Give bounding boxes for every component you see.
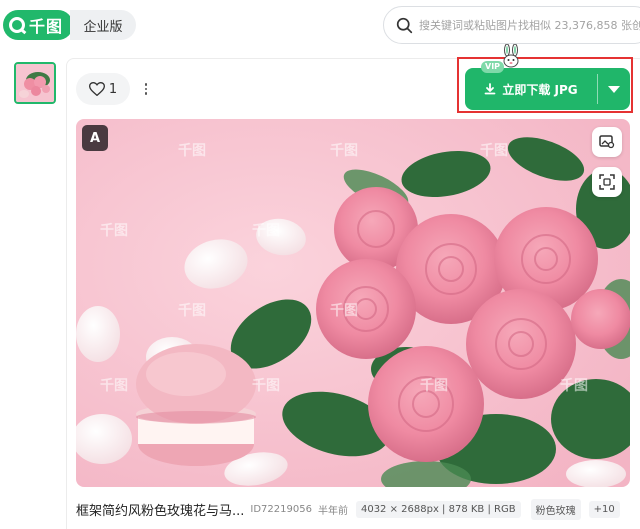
ai-generated-badge: A bbox=[82, 125, 108, 151]
chevron-down-icon bbox=[608, 85, 620, 93]
watermark-text: 千图 bbox=[178, 303, 206, 319]
watermark-text: 千图 bbox=[420, 378, 448, 394]
watermark-text: 千图 bbox=[178, 143, 206, 159]
site-logo[interactable]: 千图 bbox=[3, 10, 73, 40]
image-id: ID72219056 bbox=[250, 503, 312, 515]
enterprise-button[interactable]: 企业版 bbox=[70, 10, 136, 40]
thumbnail-image bbox=[16, 64, 54, 102]
logo-text: 千图 bbox=[29, 17, 64, 36]
logo-icon bbox=[9, 17, 25, 33]
heart-icon bbox=[88, 82, 105, 96]
like-count: 1 bbox=[108, 81, 118, 97]
search-bar[interactable] bbox=[383, 6, 640, 44]
image-info-bar: 框架简约风粉色玫瑰花与马... ID72219056 半年前 4032 × 26… bbox=[76, 498, 636, 520]
download-label: 立即下载 JPG bbox=[502, 82, 578, 97]
search-input[interactable] bbox=[419, 18, 640, 32]
watermark-text: 千图 bbox=[100, 378, 128, 394]
download-format-dropdown[interactable] bbox=[598, 68, 630, 110]
search-icon bbox=[396, 17, 413, 33]
watermark-text: 千图 bbox=[100, 223, 128, 239]
upload-age: 半年前 bbox=[317, 505, 348, 517]
more-tags-chip[interactable]: +10 bbox=[588, 500, 620, 518]
watermark-text: 千图 bbox=[480, 143, 508, 159]
image-search-icon bbox=[599, 135, 615, 149]
watermark-text: 千图 bbox=[560, 378, 588, 394]
watermark-text: 千图 bbox=[252, 223, 280, 239]
watermark-text: 千图 bbox=[330, 303, 358, 319]
scan-icon bbox=[599, 174, 615, 190]
download-button[interactable]: 立即下载 JPG bbox=[465, 68, 597, 110]
bunny-mascot-icon bbox=[503, 44, 519, 68]
image-specs: 4032 × 2688px | 878 KB | RGB bbox=[355, 500, 521, 518]
watermark-text: 千图 bbox=[330, 143, 358, 159]
tag-chip[interactable]: 粉色玫瑰 bbox=[530, 498, 581, 520]
thumbnail-selected[interactable] bbox=[14, 62, 56, 104]
like-button[interactable]: 1 bbox=[76, 73, 130, 105]
image-search-button[interactable] bbox=[592, 127, 622, 157]
download-icon bbox=[484, 83, 496, 95]
image-title[interactable]: 框架简约风粉色玫瑰花与马... bbox=[76, 500, 244, 519]
page: 千图 企业版 1 立即 bbox=[0, 0, 640, 529]
watermark-text: 千图 bbox=[252, 378, 280, 394]
download-button-group: 立即下载 JPG bbox=[465, 68, 630, 110]
more-options-icon[interactable] bbox=[139, 78, 153, 100]
scan-button[interactable] bbox=[592, 167, 622, 197]
